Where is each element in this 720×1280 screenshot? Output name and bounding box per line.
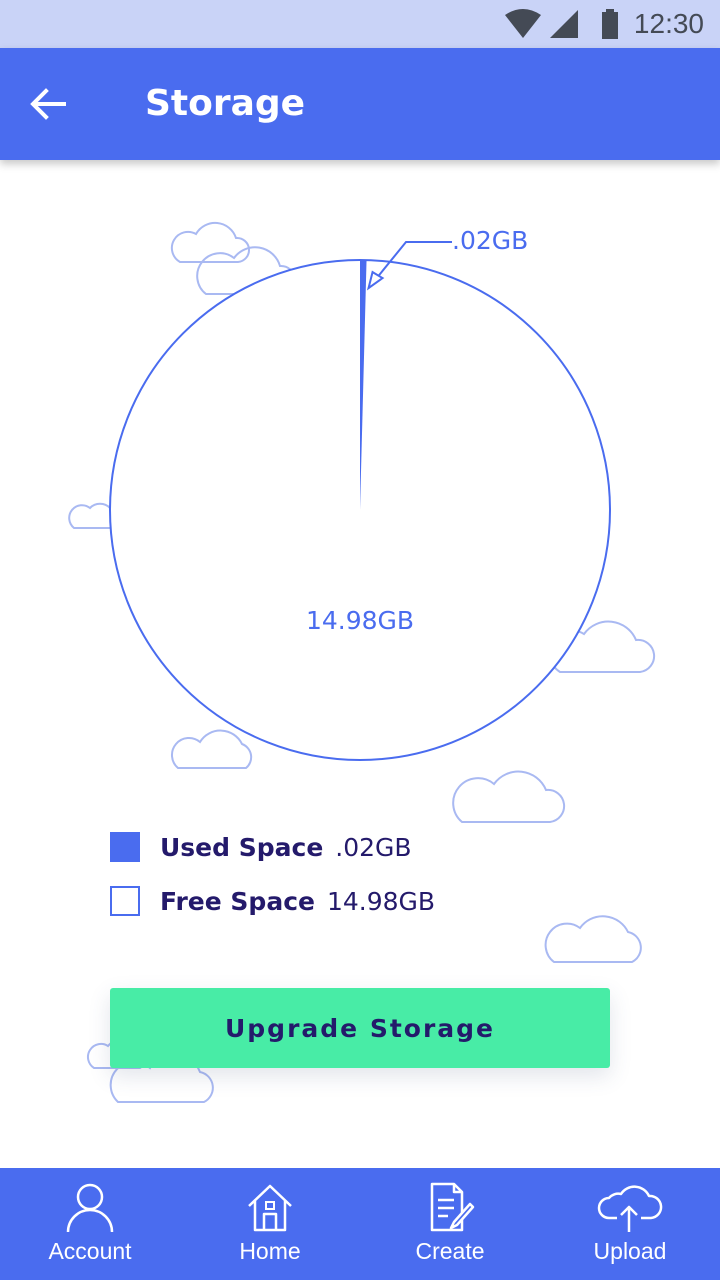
upgrade-storage-button[interactable]: Upgrade Storage [110,988,610,1068]
nav-label: Account [48,1238,132,1264]
legend-item-used-space: Used Space .02GB [110,830,412,864]
nav-label: Create [415,1238,485,1264]
account-icon [66,1183,114,1233]
cloud-icon [544,915,642,963]
free-data-label: 14.98GB [306,606,414,635]
nav-label: Upload [593,1238,667,1264]
home-icon [248,1184,292,1232]
bottom-nav: Account Home Create Upload [0,1168,720,1280]
legend-label: Free Space [160,886,315,916]
legend-item-free-space: Free Space 14.98GB [110,884,435,918]
create-icon [430,1182,475,1232]
legend-value: .02GB [335,832,412,862]
nav-label: Home [239,1238,301,1264]
back-button[interactable] [24,80,72,128]
app-bar: Storage [0,48,720,160]
nav-item-account[interactable]: Account [0,1168,180,1280]
storage-pie-chart: .02GB 14.98GB [109,226,611,761]
nav-item-home[interactable]: Home [180,1168,360,1280]
wifi-icon [504,9,541,38]
legend-label: Used Space [160,832,324,862]
legend-value: 14.98GB [326,886,436,916]
cellular-signal-icon [549,10,578,38]
status-time: 12:30 [633,8,704,39]
used-data-label: .02GB [452,226,528,255]
nav-item-create[interactable]: Create [360,1168,540,1280]
page-title: Storage [145,83,306,124]
free-space-swatch [110,886,140,916]
battery-icon [601,9,618,39]
status-bar: 12:30 [0,0,720,48]
arrow-back-icon [30,88,66,120]
nav-item-upload[interactable]: Upload [540,1168,720,1280]
used-space-swatch [110,832,140,862]
upload-icon [597,1185,663,1232]
